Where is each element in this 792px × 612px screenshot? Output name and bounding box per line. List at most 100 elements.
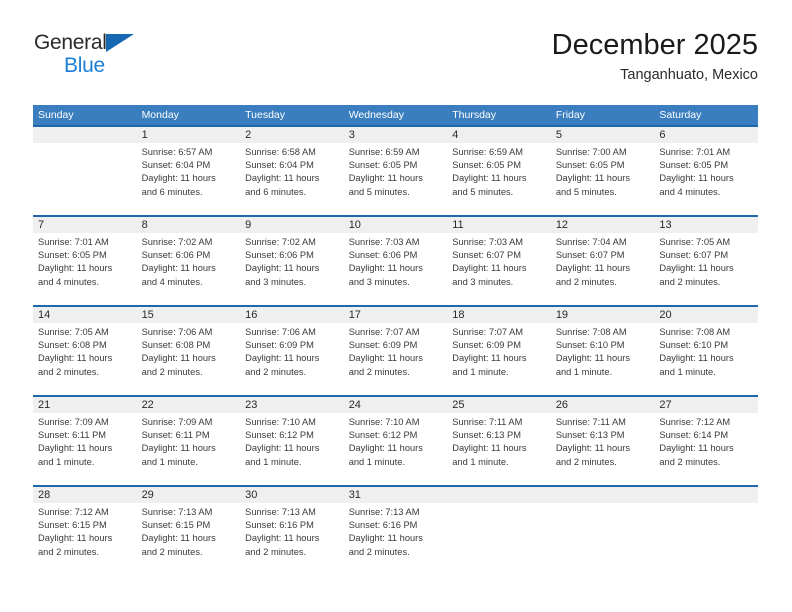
day-number-25[interactable]: 25: [447, 397, 551, 413]
day-number-15[interactable]: 15: [137, 307, 241, 323]
day-number-17[interactable]: 17: [344, 307, 448, 323]
day-detail-band: Sunrise: 6:57 AM Sunset: 6:04 PM Daylight:…: [33, 143, 758, 215]
day-number-16[interactable]: 16: [240, 307, 344, 323]
day-number-19[interactable]: 19: [551, 307, 655, 323]
day-cell-4[interactable]: Sunrise: 6:59 AM Sunset: 6:05 PM Daylight:…: [447, 143, 551, 215]
day-number-11[interactable]: 11: [447, 217, 551, 233]
day-cell-6[interactable]: Sunrise: 7:01 AM Sunset: 6:05 PM Daylight:…: [654, 143, 758, 215]
day-cell-23[interactable]: Sunrise: 7:10 AM Sunset: 6:12 PM Daylight:…: [240, 413, 344, 485]
day-cell-25[interactable]: Sunrise: 7:11 AM Sunset: 6:13 PM Daylight:…: [447, 413, 551, 485]
day-number-3[interactable]: 3: [344, 127, 448, 143]
day-number-7[interactable]: 7: [33, 217, 137, 233]
day-number-9[interactable]: 9: [240, 217, 344, 233]
day-cell-1[interactable]: Sunrise: 6:57 AM Sunset: 6:04 PM Daylight:…: [137, 143, 241, 215]
day-cell-22[interactable]: Sunrise: 7:09 AM Sunset: 6:11 PM Daylight:…: [137, 413, 241, 485]
day-number-20[interactable]: 20: [654, 307, 758, 323]
day-cell-30[interactable]: Sunrise: 7:13 AM Sunset: 6:16 PM Daylight:…: [240, 503, 344, 575]
day-number-23[interactable]: 23: [240, 397, 344, 413]
day-info-line: Daylight: 11 hours: [348, 533, 423, 544]
day-info-line: Daylight: 11 hours: [659, 173, 734, 184]
day-info-line: Sunrise: 7:07 AM: [452, 327, 524, 337]
day-cell-28[interactable]: Sunrise: 7:12 AM Sunset: 6:15 PM Daylight:…: [33, 503, 137, 575]
day-info-line: and 2 minutes.: [555, 456, 617, 467]
day-cell-17[interactable]: Sunrise: 7:07 AM Sunset: 6:09 PM Daylight:…: [344, 323, 448, 395]
day-number-band: 123456: [33, 127, 758, 143]
day-cell-20[interactable]: Sunrise: 7:08 AM Sunset: 6:10 PM Daylight:…: [654, 323, 758, 395]
day-cell-9[interactable]: Sunrise: 7:02 AM Sunset: 6:06 PM Daylight:…: [240, 233, 344, 305]
day-cell-21[interactable]: Sunrise: 7:09 AM Sunset: 6:11 PM Daylight:…: [33, 413, 137, 485]
page-subtitle-location: Tanganhuato, Mexico: [620, 67, 758, 83]
day-cell-3[interactable]: Sunrise: 6:59 AM Sunset: 6:05 PM Daylight:…: [344, 143, 448, 215]
day-number-band: 21 22 23 24 25 26 27: [33, 397, 758, 413]
day-info-line: and 1 minute.: [38, 456, 95, 467]
day-number-30[interactable]: 30: [240, 487, 344, 503]
day-info-line: Sunrise: 7:11 AM: [555, 417, 626, 427]
day-number-21[interactable]: 21: [33, 397, 137, 413]
day-number-31[interactable]: 31: [344, 487, 448, 503]
day-info-line: Sunset: 6:07 PM: [659, 250, 729, 261]
day-number-4[interactable]: 4: [447, 127, 551, 143]
day-cell-2[interactable]: Sunrise: 6:58 AM Sunset: 6:04 PM Daylight:…: [240, 143, 344, 215]
day-number-5[interactable]: 5: [551, 127, 655, 143]
logo-word-general: General: [34, 31, 107, 54]
day-info-line: Sunset: 6:05 PM: [452, 160, 521, 171]
day-cell-26[interactable]: Sunrise: 7:11 AM Sunset: 6:13 PM Daylight:…: [551, 413, 655, 485]
day-info-line: Sunrise: 7:05 AM: [659, 237, 731, 247]
day-number-6[interactable]: 6: [654, 127, 758, 143]
day-cell-31[interactable]: Sunrise: 7:13 AM Sunset: 6:16 PM Daylight:…: [344, 503, 448, 575]
day-cell-10[interactable]: Sunrise: 7:03 AM Sunset: 6:06 PM Daylight:…: [344, 233, 448, 305]
day-cell-13[interactable]: Sunrise: 7:05 AM Sunset: 6:07 PM Daylight:…: [654, 233, 758, 305]
day-number-10[interactable]: 10: [344, 217, 448, 233]
day-cell-12[interactable]: Sunrise: 7:04 AM Sunset: 6:07 PM Daylight:…: [551, 233, 655, 305]
day-detail-band: Sunrise: 7:12 AM Sunset: 6:15 PM Daylight:…: [33, 503, 758, 575]
day-info-line: Sunrise: 6:59 AM: [348, 147, 420, 157]
day-cell-8[interactable]: Sunrise: 7:02 AM Sunset: 6:06 PM Daylight:…: [137, 233, 241, 305]
day-cell-29[interactable]: Sunrise: 7:13 AM Sunset: 6:15 PM Daylight:…: [137, 503, 241, 575]
day-info-line: Sunrise: 7:09 AM: [141, 417, 213, 427]
day-number-13[interactable]: 13: [654, 217, 758, 233]
day-number-28[interactable]: 28: [33, 487, 137, 503]
day-number-22[interactable]: 22: [137, 397, 241, 413]
day-info-line: Daylight: 11 hours: [348, 353, 423, 364]
day-info-line: Sunset: 6:16 PM: [245, 520, 314, 531]
day-cell-14[interactable]: Sunrise: 7:05 AM Sunset: 6:08 PM Daylight:…: [33, 323, 137, 395]
day-number-1[interactable]: 1: [137, 127, 241, 143]
calendar-table: Sunday Monday Tuesday Wednesday Thursday Frid…: [33, 105, 758, 575]
calendar-week-row: 1 2 3 4 5 6 Sunrise: 6:57 AM Sunset: 6:04 PM Day…: [33, 125, 758, 215]
day-number-12[interactable]: 12: [551, 217, 655, 233]
day-cell-24[interactable]: Sunrise: 7:10 AM Sunset: 6:12 PM Daylight:…: [344, 413, 448, 485]
day-number-14[interactable]: 14: [33, 307, 137, 323]
day-info-line: Daylight: 11 hours: [555, 263, 631, 274]
day-info-line: Sunrise: 7:08 AM: [659, 327, 731, 337]
day-info-line: Daylight: 11 hours: [245, 173, 320, 184]
day-cell-5[interactable]: Sunrise: 7:00 AM Sunset: 6:05 PM Daylight:…: [551, 143, 655, 215]
day-number-27[interactable]: 27: [654, 397, 758, 413]
day-cell-19[interactable]: Sunrise: 7:08 AM Sunset: 6:10 PM Daylight:…: [551, 323, 655, 395]
day-info-line: and 2 minutes.: [659, 456, 721, 467]
day-cell-16[interactable]: Sunrise: 7:06 AM Sunset: 6:09 PM Daylight:…: [240, 323, 344, 395]
day-cell-11[interactable]: Sunrise: 7:03 AM Sunset: 6:07 PM Daylight:…: [447, 233, 551, 305]
generalblue-logo[interactable]: General Blue: [34, 32, 234, 88]
day-number-24[interactable]: 24: [344, 397, 448, 413]
day-info-line: Daylight: 11 hours: [555, 443, 631, 454]
day-cell-18[interactable]: Sunrise: 7:07 AM Sunset: 6:09 PM Daylight:…: [447, 323, 551, 395]
day-info-line: Sunrise: 7:01 AM: [659, 147, 731, 157]
day-cell-7[interactable]: Sunrise: 7:01 AM Sunset: 6:05 PM Daylight:…: [33, 233, 137, 305]
day-number-2[interactable]: 2: [240, 127, 344, 143]
day-info-line: Daylight: 11 hours: [141, 443, 216, 454]
day-info-line: Sunset: 6:05 PM: [555, 160, 625, 171]
day-number-18[interactable]: 18: [447, 307, 551, 323]
day-info-line: Sunset: 6:10 PM: [555, 340, 625, 351]
day-info-line: Sunset: 6:15 PM: [38, 520, 107, 531]
day-number-29[interactable]: 29: [137, 487, 241, 503]
day-number-8[interactable]: 8: [137, 217, 241, 233]
day-info-line: Sunset: 6:05 PM: [38, 250, 107, 261]
day-info-line: Sunset: 6:14 PM: [659, 430, 729, 441]
day-info-line: Sunset: 6:08 PM: [141, 340, 211, 351]
day-cell-15[interactable]: Sunrise: 7:06 AM Sunset: 6:08 PM Daylight:…: [137, 323, 241, 395]
day-info-line: Sunrise: 7:02 AM: [141, 237, 213, 247]
day-number-26[interactable]: 26: [551, 397, 655, 413]
day-info-line: Sunset: 6:09 PM: [245, 340, 314, 351]
day-cell-27[interactable]: Sunrise: 7:12 AM Sunset: 6:14 PM Daylight:…: [654, 413, 758, 485]
weekday-header-sunday: Sunday: [38, 109, 74, 121]
